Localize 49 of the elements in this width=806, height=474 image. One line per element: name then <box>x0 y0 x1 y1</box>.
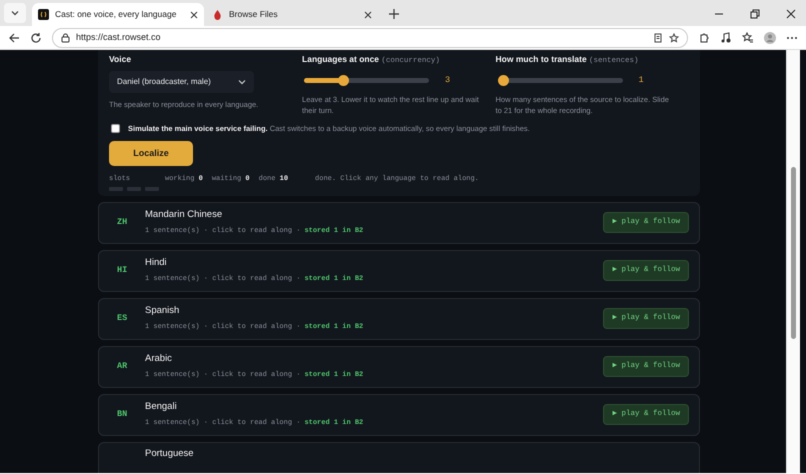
favorites-icon[interactable] <box>742 32 754 44</box>
address-text: https://cast.rowset.co <box>76 30 162 44</box>
language-name: Arabic <box>145 352 173 366</box>
close-icon[interactable] <box>786 9 796 19</box>
browser-tab[interactable]: Cast: one voice, every language <box>32 3 204 26</box>
tab-list-button[interactable] <box>4 3 26 23</box>
tab-title: Cast: one voice, every language <box>55 8 178 21</box>
voice-select[interactable]: Daniel (broadcaster, male) <box>109 70 254 93</box>
profile-icon[interactable] <box>764 32 776 44</box>
checkbox[interactable] <box>111 124 120 133</box>
language-code: ZH <box>117 216 128 229</box>
language-name: Portuguese <box>145 447 194 462</box>
slider-value: 3 <box>445 74 450 87</box>
scrollbar[interactable] <box>786 50 800 473</box>
language-name: Spanish <box>145 304 180 318</box>
app-favicon-icon <box>38 9 49 20</box>
scrollbar-thumb[interactable] <box>791 167 796 339</box>
reader-icon[interactable] <box>653 32 663 42</box>
star-icon[interactable] <box>669 32 679 42</box>
drop-favicon-icon <box>212 9 223 20</box>
music-icon[interactable] <box>720 32 732 44</box>
language-code: ES <box>117 312 128 325</box>
refresh-icon[interactable] <box>30 32 42 44</box>
language-code: AR <box>117 360 128 373</box>
close-icon[interactable] <box>190 10 198 18</box>
slider-value: 1 <box>638 74 644 87</box>
lock-icon <box>61 32 70 42</box>
language-code: HI <box>117 264 128 277</box>
language-name: Bengali <box>145 400 178 414</box>
field-label: Voice <box>109 53 132 66</box>
language-row[interactable]: Portuguese <box>98 442 700 473</box>
tab-title: Browse Files <box>229 8 279 21</box>
close-icon[interactable] <box>364 10 372 18</box>
language-name: Hindi <box>145 256 168 270</box>
slider-track[interactable] <box>498 78 623 84</box>
slider-thumb[interactable] <box>498 75 509 86</box>
browser-tab[interactable]: Browse Files <box>206 3 378 26</box>
back-icon[interactable] <box>8 32 20 44</box>
chevron-down-icon <box>10 8 20 18</box>
language-code: BN <box>117 408 128 421</box>
language-name: Mandarin Chinese <box>145 208 224 222</box>
restore-icon[interactable] <box>750 9 760 19</box>
localize-button[interactable]: Localize <box>109 141 193 166</box>
address-bar[interactable]: https://cast.rowset.co <box>52 28 688 48</box>
puzzle-icon[interactable] <box>698 32 710 44</box>
new-tab-icon[interactable] <box>388 8 400 20</box>
slider-track[interactable] <box>304 78 430 84</box>
slider-thumb[interactable] <box>338 75 350 86</box>
chevron-down-icon <box>238 78 246 86</box>
